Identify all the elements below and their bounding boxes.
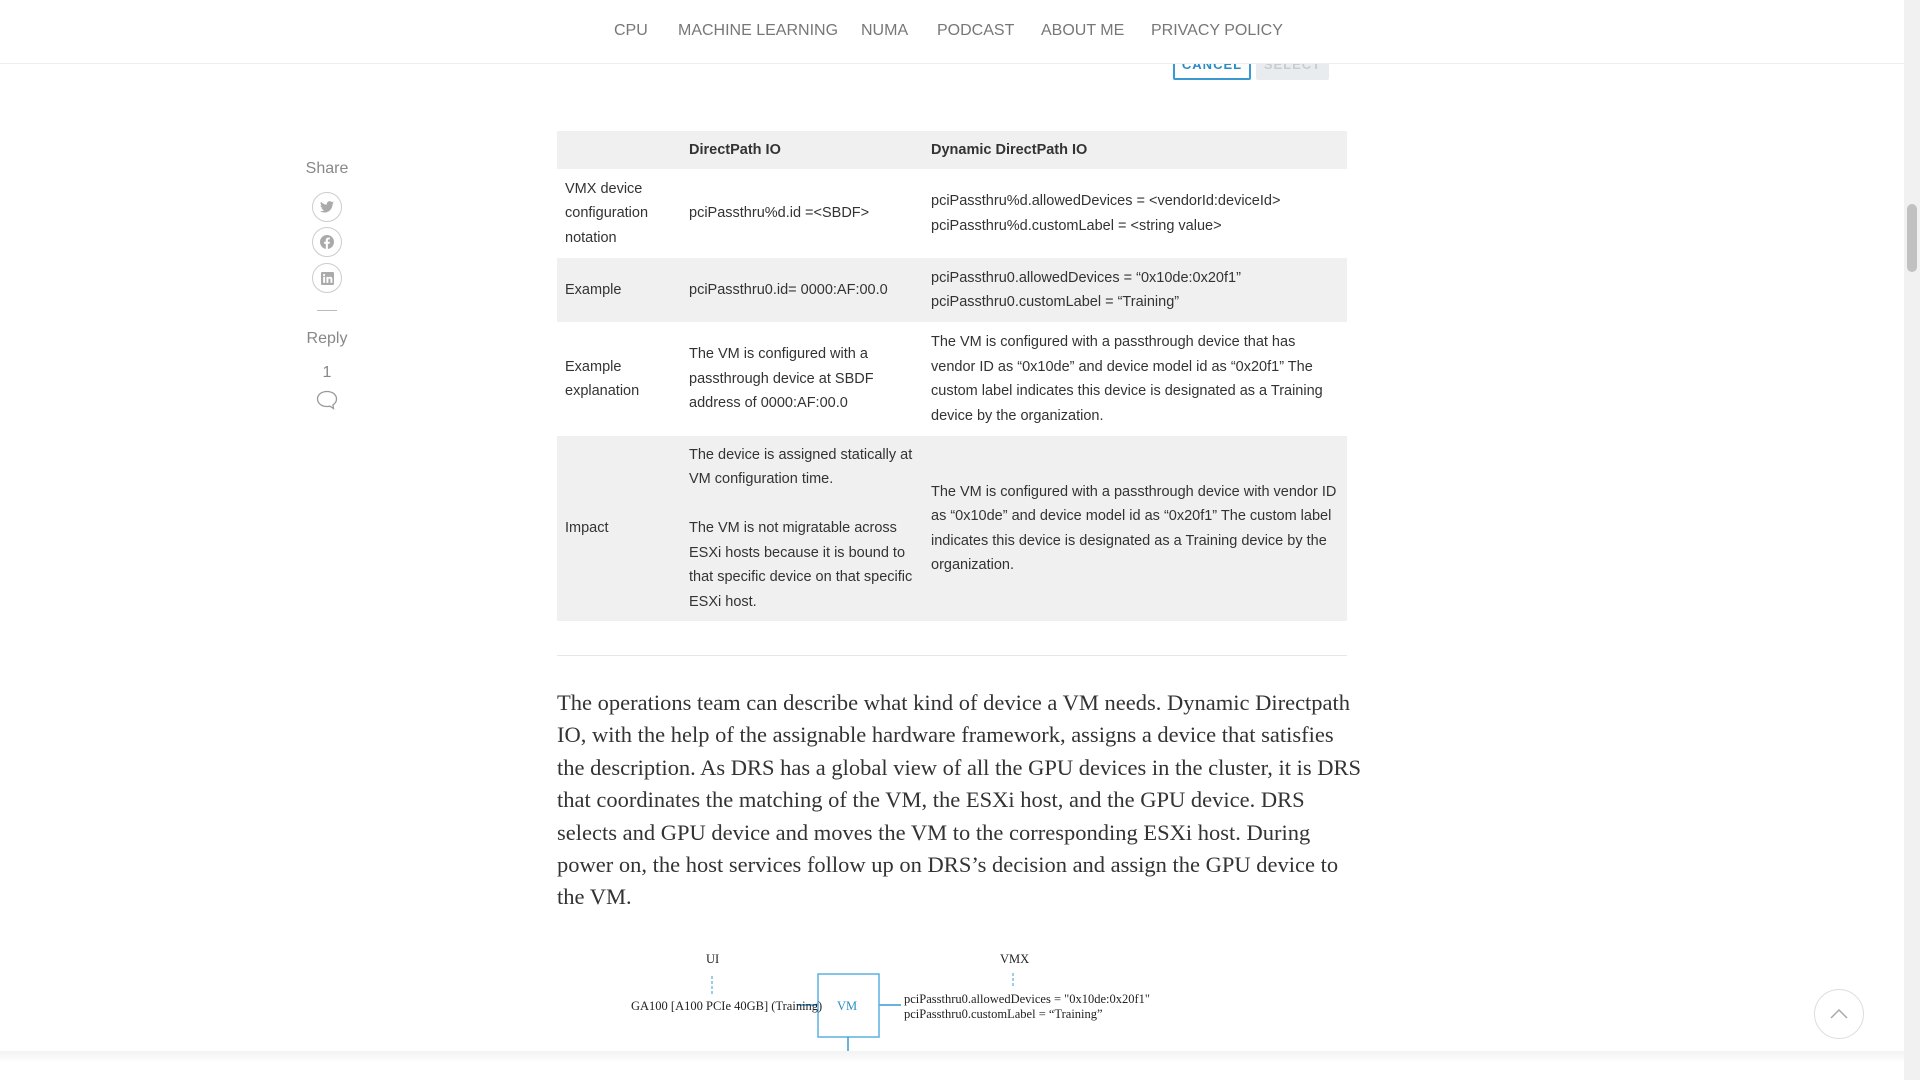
scroll-to-top-button[interactable] <box>1814 989 1864 1039</box>
vmx-config-line-2: pciPassthru0.customLabel = “Training” <box>904 1007 1103 1021</box>
nav-machine-learning[interactable]: MACHINE LEARNING <box>678 22 838 40</box>
vm-label: VM <box>837 999 858 1013</box>
nav-numa[interactable]: NUMA <box>861 22 908 40</box>
device-label: GA100 [A100 PCIe 40GB] (Training) <box>631 999 823 1013</box>
vmx-label: VMX <box>1000 952 1030 966</box>
site-header: CPU MACHINE LEARNING NUMA PODCAST ABOUT … <box>0 0 1904 64</box>
bottom-bar <box>0 1051 1904 1080</box>
nav-podcast[interactable]: PODCAST <box>937 22 1014 40</box>
chevron-up-icon <box>1830 1009 1848 1019</box>
nav-cpu[interactable]: CPU <box>614 22 648 40</box>
vmx-config-line-1: pciPassthru0.allowedDevices = "0x10de:0x… <box>904 992 1151 1006</box>
assignment-diagram <box>711 973 1014 1080</box>
nav-about-me[interactable]: ABOUT ME <box>1041 22 1124 40</box>
nav-privacy-policy[interactable]: PRIVACY POLICY <box>1151 22 1283 40</box>
ui-label: UI <box>706 952 720 966</box>
